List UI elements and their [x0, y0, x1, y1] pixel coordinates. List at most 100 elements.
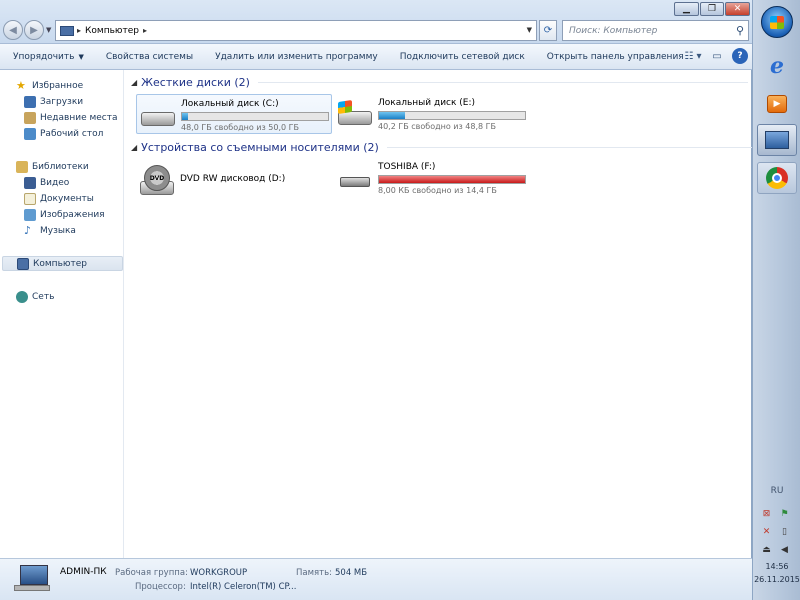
taskbar: e ▶ RU ⊠ ⚑ ✕ ▯ ⏏ ◀ 14:56 26.11.2015: [752, 0, 800, 600]
group-divider: [257, 82, 748, 83]
sidebar-item-network[interactable]: Сеть: [16, 289, 54, 304]
drive-d[interactable]: DVD DVD RW дисковод (D:): [136, 158, 332, 198]
group-header-hdd[interactable]: ◢ Жесткие диски (2): [131, 76, 748, 89]
sidebar-item-label: Музыка: [40, 225, 76, 236]
group-header-removable[interactable]: ◢ Устройства со съемными носителями (2): [131, 141, 767, 154]
chrome-icon: [766, 167, 788, 189]
drive-name: Локальный диск (C:): [181, 99, 279, 109]
search-input[interactable]: Поиск: Компьютер ⚲: [562, 20, 749, 41]
breadcrumb-arrow-icon[interactable]: ▸: [143, 26, 147, 35]
computer-icon: [60, 25, 74, 36]
collapse-triangle-icon: ◢: [131, 78, 138, 87]
open-control-panel-button[interactable]: Открыть панель управления: [536, 46, 695, 68]
sidebar-item-label: Видео: [40, 177, 70, 188]
close-icon: ✕: [733, 4, 742, 14]
start-button[interactable]: [761, 6, 793, 38]
breadcrumb-computer[interactable]: Компьютер: [85, 26, 139, 36]
drive-usage-bar: [181, 112, 329, 121]
group-title: Жесткие диски (2): [141, 76, 250, 89]
sidebar-item-favorites[interactable]: ★ Избранное: [16, 78, 83, 93]
clock-date[interactable]: 26.11.2015: [753, 575, 800, 584]
drive-usage-bar: [378, 175, 526, 184]
explorer-window: ▁ ❐ ✕ ◀ ▶ ▼ ▸ Компьютер ▸ ▼ ⟳ Поиск: Ком…: [0, 0, 767, 600]
processor-label: Процессор:: [135, 582, 186, 592]
breadcrumb-arrow-icon[interactable]: ▸: [77, 26, 81, 35]
chevron-down-icon: ▼: [78, 52, 84, 61]
sidebar-item-computer[interactable]: Компьютер: [2, 256, 123, 271]
network-icon: [16, 290, 28, 303]
memory-value: 504 МБ: [335, 568, 368, 578]
drive-usage-fill: [379, 112, 406, 119]
command-bar: Упорядочить ▼ Свойства системы Удалить и…: [0, 44, 752, 70]
drive-name: TOSHIBA (F:): [378, 162, 436, 172]
clock-time[interactable]: 14:56: [753, 562, 800, 571]
back-arrow-icon: ◀: [9, 24, 17, 36]
downloads-folder-icon: [24, 95, 36, 108]
drive-name: DVD RW дисковод (D:): [180, 174, 286, 184]
organize-button[interactable]: Упорядочить ▼: [0, 46, 95, 68]
restore-icon: ❐: [707, 4, 717, 14]
drive-usage-fill: [379, 176, 525, 183]
windows-system-drive-icon: [336, 100, 374, 129]
sidebar-item-desktop[interactable]: Рабочий стол: [24, 126, 103, 141]
speaker-icon[interactable]: ◀: [779, 544, 790, 555]
details-pane: ADMIN-ПК Рабочая группа: WORKGROUP Памят…: [0, 558, 752, 600]
volume-muted-icon[interactable]: ✕: [761, 526, 772, 537]
forward-button[interactable]: ▶: [24, 20, 44, 40]
sidebar-item-downloads[interactable]: Загрузки: [24, 94, 83, 109]
help-button[interactable]: ?: [732, 48, 748, 64]
map-network-drive-button[interactable]: Подключить сетевой диск: [389, 46, 536, 68]
close-button[interactable]: ✕: [725, 2, 750, 16]
address-row: ▁ ❐ ✕ ◀ ▶ ▼ ▸ Компьютер ▸ ▼ ⟳ Поиск: Ком…: [0, 0, 752, 44]
sidebar-item-label: Изображения: [40, 209, 105, 220]
pictures-library-icon: [24, 208, 36, 221]
safely-remove-hardware-icon[interactable]: ⏏: [761, 544, 772, 555]
power-icon[interactable]: ▯: [779, 526, 790, 537]
maximize-button[interactable]: ❐: [700, 2, 724, 16]
sidebar-item-libraries[interactable]: Библиотеки: [16, 159, 89, 174]
internet-explorer-icon: e: [770, 53, 784, 79]
taskbar-internet-explorer[interactable]: e: [757, 50, 797, 82]
recent-pages-dropdown[interactable]: ▼: [46, 26, 51, 34]
forward-arrow-icon: ▶: [30, 24, 38, 36]
minimize-button[interactable]: ▁: [674, 2, 699, 16]
sidebar-item-documents[interactable]: Документы: [24, 191, 94, 206]
recent-places-icon: [24, 111, 36, 124]
navigation-pane: ★ Избранное Загрузки Недавние места Рабо…: [0, 70, 124, 558]
sidebar-item-pictures[interactable]: Изображения: [24, 207, 105, 222]
refresh-button[interactable]: ⟳: [539, 20, 557, 41]
address-bar[interactable]: ▸ Компьютер ▸ ▼: [55, 20, 537, 41]
usb-drive-icon: [336, 165, 374, 193]
libraries-icon: [16, 160, 28, 173]
windows-logo-icon: [770, 15, 784, 29]
group-divider: [386, 147, 767, 148]
search-icon[interactable]: ⚲: [736, 24, 744, 37]
preview-pane-button[interactable]: ▭: [708, 47, 726, 65]
drive-e[interactable]: Локальный диск (E:) 40,2 ГБ свободно из …: [334, 94, 530, 134]
sidebar-item-video[interactable]: Видео: [24, 175, 69, 190]
sidebar-item-label: Документы: [40, 193, 94, 204]
language-indicator[interactable]: RU: [753, 486, 800, 496]
dvd-drive-icon: DVD: [138, 165, 176, 195]
refresh-icon: ⟳: [543, 25, 553, 36]
sidebar-item-label: Избранное: [32, 80, 84, 91]
taskbar-explorer[interactable]: [757, 124, 797, 156]
drive-c[interactable]: Локальный диск (C:) 48,0 ГБ свободно из …: [136, 94, 332, 134]
uninstall-program-button[interactable]: Удалить или изменить программу: [204, 46, 389, 68]
taskbar-media-player[interactable]: ▶: [757, 88, 797, 120]
sidebar-item-label: Библиотеки: [32, 161, 89, 172]
view-options-button[interactable]: ☷ ▾: [684, 47, 702, 65]
address-dropdown-icon[interactable]: ▼: [527, 26, 532, 34]
sidebar-item-recent[interactable]: Недавние места: [24, 110, 118, 125]
documents-library-icon: [24, 192, 36, 205]
music-note-icon: ♪: [24, 223, 32, 237]
drive-free-space: 8,00 КБ свободно из 14,4 ГБ: [378, 186, 497, 195]
system-properties-button[interactable]: Свойства системы: [95, 46, 204, 68]
drive-f[interactable]: TOSHIBA (F:) 8,00 КБ свободно из 14,4 ГБ: [334, 158, 530, 198]
action-center-icon[interactable]: ⚑: [779, 508, 790, 519]
network-error-icon[interactable]: ⊠: [761, 508, 772, 519]
back-button[interactable]: ◀: [3, 20, 23, 40]
taskbar-chrome[interactable]: [757, 162, 797, 194]
sidebar-item-music[interactable]: ♪ Музыка: [24, 223, 76, 238]
minimize-icon: ▁: [683, 4, 690, 14]
